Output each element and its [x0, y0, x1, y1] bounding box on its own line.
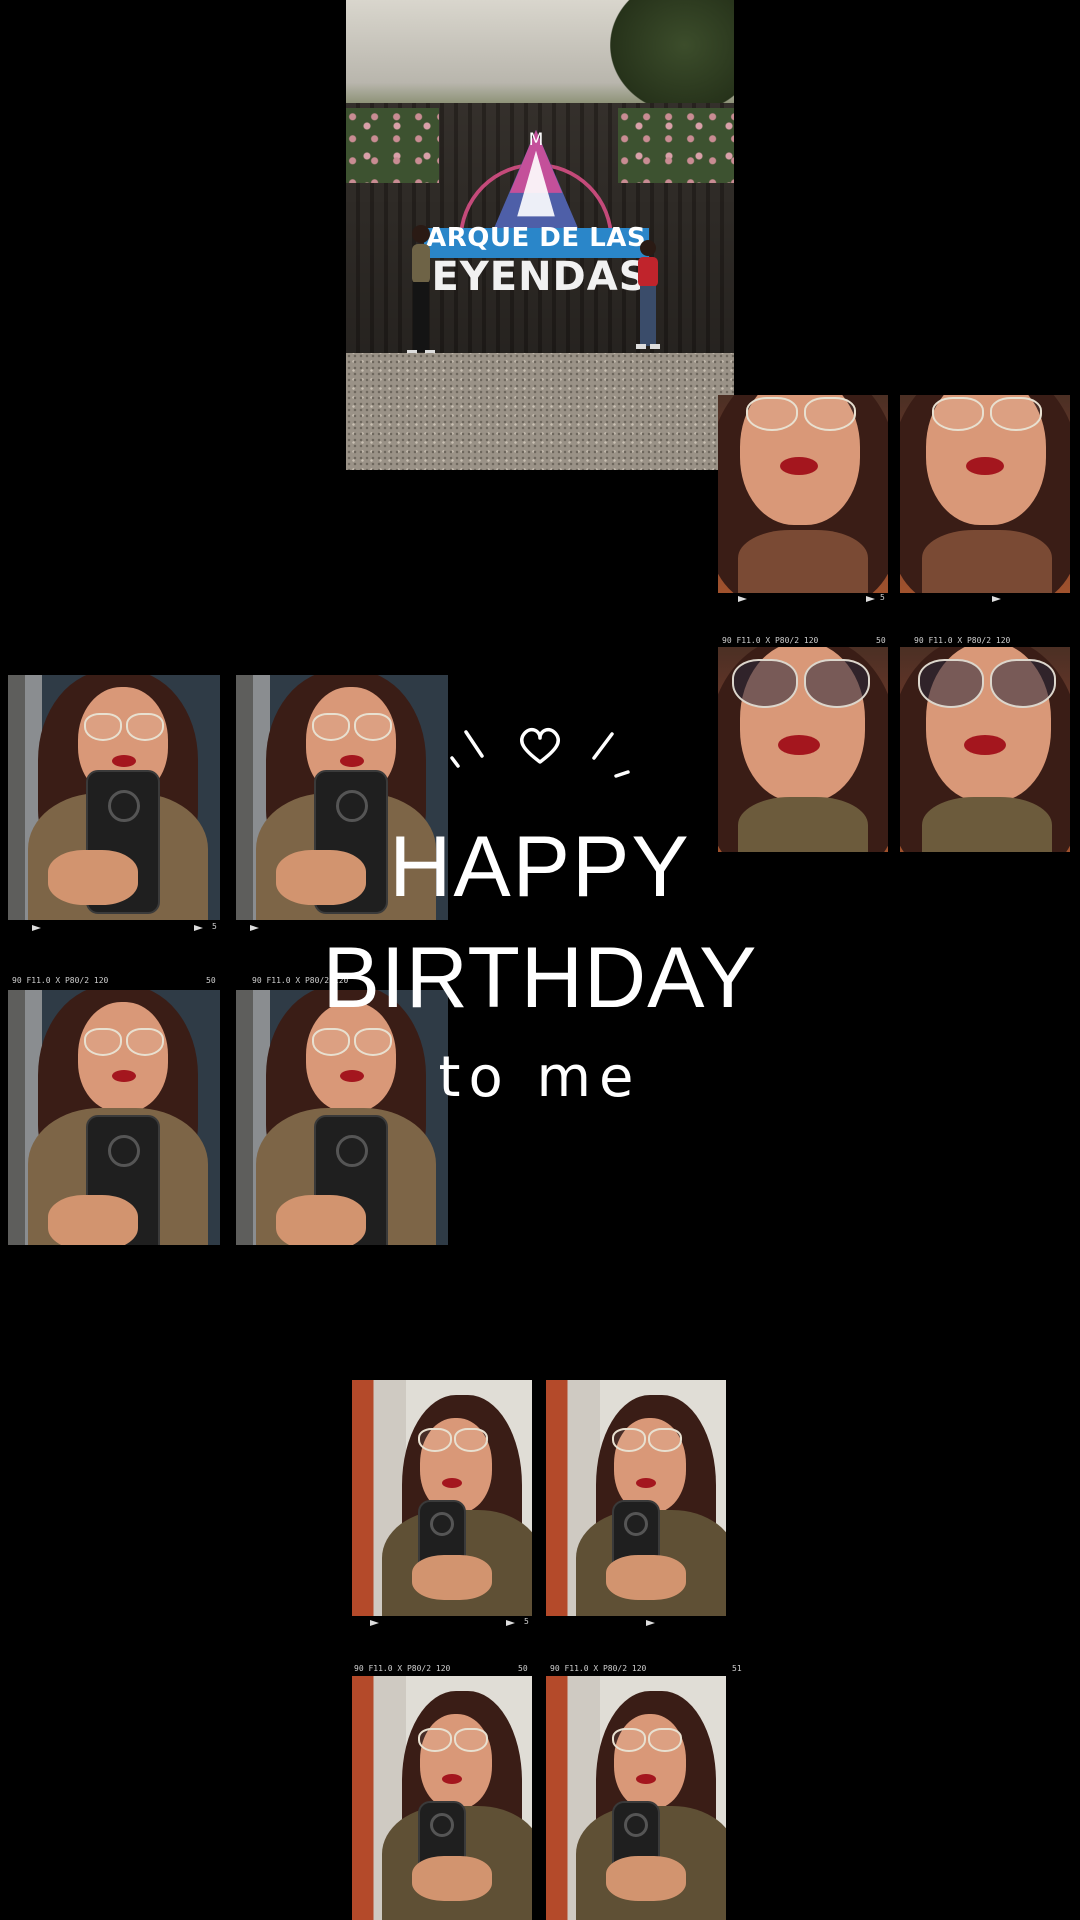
selfie-bottom-4: [546, 1676, 726, 1920]
person-woman: [407, 225, 435, 355]
film-frame-number: 51: [732, 1664, 742, 1673]
film-frame-number: 50: [876, 636, 886, 645]
film-caption: 90 F11.0 X P80/2 120: [550, 1664, 647, 1673]
selfie-top-right-2: [900, 395, 1070, 593]
film-arrow: [506, 1620, 515, 1626]
selfie-bottom-3: [352, 1676, 532, 1920]
person-boy: [636, 240, 660, 349]
svg-text:M: M: [529, 129, 544, 149]
heart-icon: [450, 727, 630, 778]
film-arrow: [370, 1620, 379, 1626]
film-arrow: [992, 596, 1001, 602]
to-me-text: to me: [438, 1045, 642, 1110]
film-arrow: [866, 596, 875, 602]
film-frame-number: 5: [524, 1617, 529, 1626]
film-caption: 90 F11.0 X P80/2 120: [354, 1664, 451, 1673]
film-arrow: [738, 596, 747, 602]
selfie-left-4: [236, 990, 448, 1245]
selfie-bottom-2: [546, 1380, 726, 1616]
film-frame-number: 50: [518, 1664, 528, 1673]
film-caption: 90 F11.0 X P80/2 120: [722, 636, 819, 645]
film-arrow: [646, 1620, 655, 1626]
film-caption: 90 F11.0 X P80/2 120: [914, 636, 1011, 645]
birthday-text: BIRTHDAY: [322, 930, 758, 1026]
park-sign-line1: ARQUE DE LAS: [426, 223, 647, 254]
park-photo: M ARQUE DE LAS EYENDAS: [346, 0, 734, 470]
selfie-top-right-1: [718, 395, 888, 593]
happy-text: HAPPY: [389, 819, 691, 915]
selfie-bottom-1: [352, 1380, 532, 1616]
selfie-left-3: [8, 990, 220, 1245]
film-frame-number: 5: [880, 593, 885, 602]
park-sign-line2: EYENDAS: [431, 253, 649, 300]
